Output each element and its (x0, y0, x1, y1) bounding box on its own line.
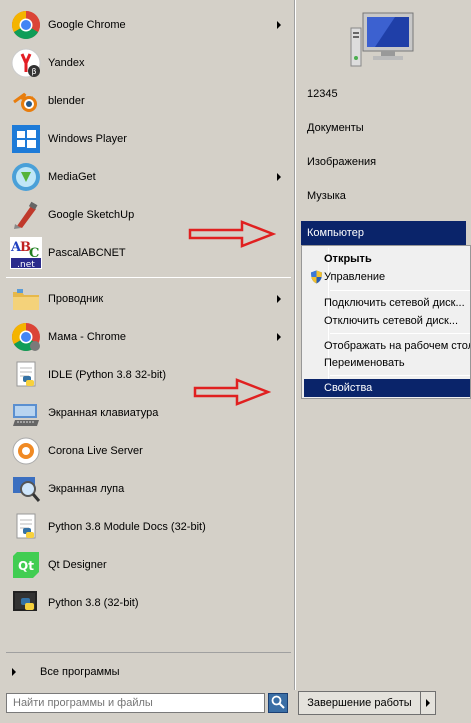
music-label: Музыка (307, 190, 346, 202)
menu-item-disconnect-network-drive[interactable]: Отключить сетевой диск... (304, 312, 470, 330)
menu-item-label: Переименовать (324, 357, 405, 369)
magnifier-icon (10, 473, 42, 505)
menu-item-manage[interactable]: Управление (304, 268, 470, 286)
program-label: Corona Live Server (48, 445, 143, 457)
submenu-arrow-icon (277, 295, 281, 303)
svg-text:β: β (31, 67, 36, 76)
documents-link[interactable]: Документы (301, 116, 466, 140)
program-label: Мама - Chrome (48, 331, 126, 343)
pascalabc-icon: A B C .net (10, 237, 42, 269)
corona-icon (10, 435, 42, 467)
user-folder-link[interactable]: 12345 (301, 82, 466, 106)
all-programs-label: Все программы (40, 666, 120, 678)
program-label: MediaGet (48, 171, 96, 183)
program-explorer[interactable]: Проводник (6, 281, 291, 317)
svg-text:.net: .net (17, 260, 35, 269)
program-python-38[interactable]: Python 3.8 (32-bit) (6, 585, 291, 621)
python-icon (10, 587, 42, 619)
search-button[interactable] (268, 693, 288, 713)
program-label: Проводник (48, 293, 104, 305)
program-corona-live-server[interactable]: Corona Live Server (6, 433, 291, 469)
shutdown-button[interactable]: Завершение работы (298, 691, 421, 715)
menu-item-properties[interactable]: Свойства (304, 379, 470, 397)
menu-item-label: Подключить сетевой диск... (324, 297, 465, 309)
program-yandex[interactable]: β Yandex (6, 45, 291, 81)
program-qt-designer[interactable]: Qt Qt Designer (6, 547, 291, 583)
computer-picture-icon (345, 10, 417, 70)
mediaget-icon (10, 161, 42, 193)
program-label: Yandex (48, 57, 85, 69)
windows-player-icon (10, 123, 42, 155)
program-label: PascalABCNET (48, 247, 126, 259)
menu-item-show-on-desktop[interactable]: Отображать на рабочем столе (304, 337, 470, 355)
blender-icon (10, 85, 42, 117)
program-label: IDLE (Python 3.8 32-bit) (48, 369, 167, 381)
documents-label: Документы (307, 122, 364, 134)
start-menu-bottom-bar: Завершение работы (0, 688, 471, 723)
search-icon (271, 695, 285, 712)
program-mediaget[interactable]: MediaGet (6, 159, 291, 195)
yandex-icon: β (10, 47, 42, 79)
search-input[interactable] (6, 693, 265, 713)
program-label: Экранная клавиатура (48, 407, 159, 419)
program-python-module-docs[interactable]: Python 3.8 Module Docs (32-bit) (6, 509, 291, 545)
shutdown-label: Завершение работы (307, 697, 412, 709)
python-idle-icon (10, 359, 42, 391)
pinned-separator (6, 277, 291, 278)
program-google-chrome[interactable]: Google Chrome (6, 7, 291, 43)
program-label: Windows Player (48, 133, 127, 145)
program-magnifier[interactable]: Экранная лупа (6, 471, 291, 507)
python-docs-icon (10, 511, 42, 543)
all-programs-button[interactable]: Все программы (6, 662, 291, 682)
music-link[interactable]: Музыка (301, 184, 466, 208)
chevron-right-icon (426, 699, 430, 707)
expand-arrow-icon (12, 668, 16, 676)
keyboard-icon (10, 397, 42, 429)
images-link[interactable]: Изображения (301, 150, 466, 174)
computer-label: Компьютер (307, 227, 364, 239)
qt-designer-icon: Qt (10, 549, 42, 581)
images-label: Изображения (307, 156, 377, 168)
menu-item-label: Открыть (324, 253, 372, 265)
computer-link[interactable]: Компьютер (301, 221, 466, 245)
menu-item-label: Управление (324, 271, 386, 283)
svg-text:Qt: Qt (18, 559, 34, 573)
menu-separator (330, 290, 470, 291)
computer-context-menu: Открыть Управление Подключить сетевой ди… (301, 245, 471, 399)
program-label: Python 3.8 (32-bit) (48, 597, 139, 609)
menu-item-open[interactable]: Открыть (304, 250, 470, 268)
program-windows-player[interactable]: Windows Player (6, 121, 291, 157)
programs-panel: Google Chrome β Yandex blender Windows P… (0, 0, 295, 688)
program-label: Python 3.8 Module Docs (32-bit) (48, 521, 206, 533)
shield-icon (310, 270, 323, 286)
menu-item-label: Отключить сетевой диск... (324, 315, 459, 327)
submenu-arrow-icon (277, 21, 281, 29)
all-programs-separator (6, 652, 291, 653)
shutdown-options-button[interactable] (421, 691, 436, 715)
user-name-label: 12345 (307, 88, 338, 100)
program-label: Google SketchUp (48, 209, 135, 221)
panel-divider (294, 0, 296, 690)
annotation-arrow-icon (193, 378, 271, 406)
menu-item-rename[interactable]: Переименовать (304, 354, 470, 372)
program-label: blender (48, 95, 85, 107)
chrome-icon (10, 321, 42, 353)
program-label: Экранная лупа (48, 483, 125, 495)
menu-item-label: Свойства (324, 382, 373, 394)
explorer-icon (10, 283, 42, 315)
submenu-arrow-icon (277, 173, 281, 181)
menu-item-label: Отображать на рабочем столе (324, 340, 470, 352)
menu-separator (330, 375, 470, 376)
program-label: Google Chrome (48, 19, 126, 31)
chrome-icon (10, 9, 42, 41)
submenu-arrow-icon (277, 333, 281, 341)
program-blender[interactable]: blender (6, 83, 291, 119)
program-mama-chrome[interactable]: Мама - Chrome (6, 319, 291, 355)
program-label: Qt Designer (48, 559, 107, 571)
annotation-arrow-icon (188, 220, 276, 248)
menu-separator (330, 333, 470, 334)
sketchup-icon (10, 199, 42, 231)
menu-item-map-network-drive[interactable]: Подключить сетевой диск... (304, 294, 470, 312)
